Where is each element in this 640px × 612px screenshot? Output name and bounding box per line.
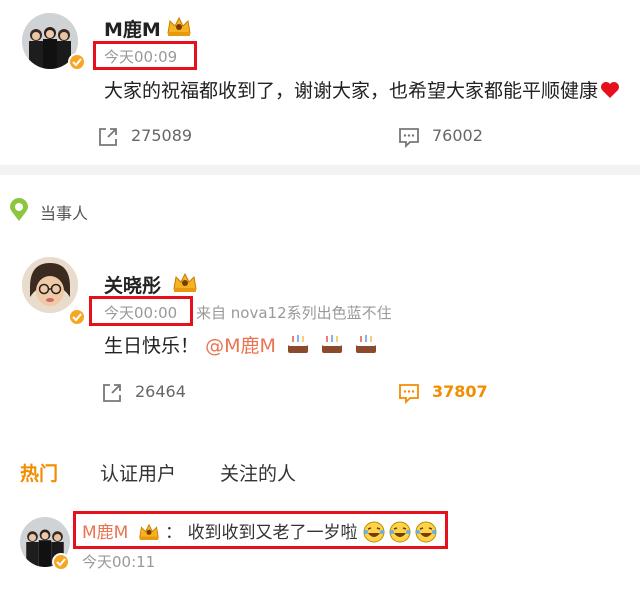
- crown-badge-icon: [138, 523, 159, 540]
- repost-count: 26464: [135, 382, 186, 401]
- verified-badge-icon: [68, 308, 86, 326]
- crown-badge-icon: [172, 271, 198, 293]
- post-time: 今天00:09: [104, 48, 178, 66]
- comment-time: 今天00:11: [82, 553, 156, 571]
- post-text: 生日快乐！: [104, 335, 200, 357]
- mention-link[interactable]: @M鹿M: [205, 335, 276, 357]
- username[interactable]: M鹿M: [104, 15, 161, 42]
- laughing-tears-emoji-icon: [415, 521, 437, 543]
- verified-badge-icon: [68, 53, 86, 71]
- post-time: 今天00:00: [104, 304, 178, 322]
- tab-verified-users[interactable]: 认证用户: [100, 459, 176, 486]
- comment-tabs: 热门 认证用户 关注的人: [0, 455, 640, 487]
- post-luhan: M鹿M 今天00:09 大家的祝福都收到了，谢谢大家，也希望大家都能平顺健康 2…: [0, 0, 640, 165]
- section-label: 当事人: [40, 204, 89, 223]
- divider: [0, 165, 640, 175]
- verified-badge-icon: [52, 553, 70, 571]
- repost-icon: [103, 384, 121, 402]
- post-source[interactable]: 来自 nova12系列出色蓝不住: [196, 302, 392, 323]
- crown-badge-icon: [166, 15, 192, 37]
- post-content: 生日快乐！ @M鹿M: [104, 331, 378, 358]
- comment-separator: ：: [165, 523, 183, 543]
- cake-emoji-icon: [356, 335, 376, 353]
- comment-body: M鹿M ： 收到收到又老了一岁啦: [82, 518, 437, 544]
- username[interactable]: 关晓彤: [104, 271, 161, 298]
- comment-count: 37807: [432, 382, 488, 401]
- comment-count: 76002: [432, 126, 483, 145]
- post-text: 大家的祝福都收到了，谢谢大家，也希望大家都能平顺健康: [104, 80, 599, 102]
- repost-count: 275089: [131, 126, 193, 145]
- repost-icon: [99, 128, 117, 146]
- avatar-guanxiaotong[interactable]: [22, 257, 78, 313]
- comment-username[interactable]: M鹿M: [82, 523, 128, 543]
- heart-icon: [601, 82, 620, 98]
- post-content: 大家的祝福都收到了，谢谢大家，也希望大家都能平顺健康: [104, 76, 620, 103]
- comment-icon: [399, 384, 419, 405]
- tab-hot[interactable]: 热门: [20, 459, 58, 486]
- tab-following[interactable]: 关注的人: [220, 459, 296, 486]
- comment-item: M鹿M ： 收到收到又老了一岁啦 今天00:11: [0, 505, 640, 585]
- comment-text: 收到收到又老了一岁啦: [187, 523, 358, 543]
- post-guanxiaotong: 关晓彤 今天00:00 来自 nova12系列出色蓝不住 生日快乐！ @M鹿M …: [0, 250, 640, 410]
- location-pin-icon: [10, 198, 28, 221]
- laughing-tears-emoji-icon: [389, 521, 411, 543]
- cake-emoji-icon: [287, 335, 308, 353]
- laughing-tears-emoji-icon: [363, 521, 385, 543]
- comment-icon: [399, 128, 419, 149]
- cake-emoji-icon: [321, 335, 342, 353]
- portrait-photo-icon: [22, 257, 78, 313]
- section-header: 当事人: [8, 198, 208, 223]
